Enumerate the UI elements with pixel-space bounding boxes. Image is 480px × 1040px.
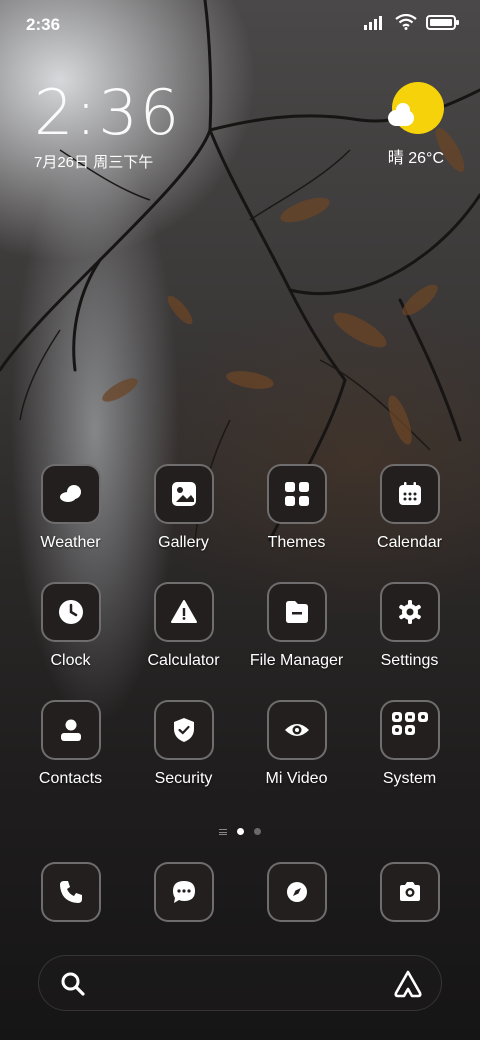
app-label: File Manager (249, 652, 344, 669)
app-label: Themes (267, 534, 326, 551)
app-label: Calculator (147, 652, 220, 669)
contacts-icon (60, 719, 81, 741)
status-bar: 2:36 (0, 0, 480, 52)
page-dot[interactable] (254, 828, 261, 835)
search-icon[interactable] (59, 970, 87, 998)
security-icon (173, 718, 194, 742)
gallery-icon (171, 482, 196, 506)
app-gallery[interactable]: Gallery (127, 464, 240, 552)
phone-icon (59, 881, 82, 903)
app-system-folder[interactable]: System (353, 700, 466, 788)
sun-cloud-icon (388, 82, 444, 134)
file-manager-icon (285, 601, 308, 623)
weather-widget[interactable]: 晴 26°C (388, 82, 444, 168)
app-mi-video[interactable]: Mi Video (240, 700, 353, 788)
calculator-icon (170, 600, 197, 623)
calendar-icon (398, 482, 421, 505)
browser-compass-icon (286, 882, 307, 902)
app-label: Mi Video (265, 770, 328, 787)
settings-icon (398, 600, 421, 624)
assistant-icon[interactable] (393, 969, 423, 999)
clock-widget-date: 7月26日 周三下午 (34, 154, 154, 171)
app-clock[interactable]: Clock (14, 582, 127, 670)
app-file-manager[interactable]: File Manager (240, 582, 353, 670)
app-label: Calendar (377, 534, 442, 551)
list-view-indicator[interactable] (219, 828, 227, 835)
battery-icon (426, 14, 459, 30)
app-label: Gallery (158, 534, 209, 551)
app-contacts[interactable]: Contacts (14, 700, 127, 788)
app-label: Weather (40, 534, 101, 551)
dock-phone[interactable] (14, 862, 127, 922)
wifi-icon (395, 14, 417, 30)
clock-widget-time: 2:36 (34, 76, 182, 149)
dock (14, 862, 466, 922)
weather-icon (59, 485, 81, 502)
dock-browser[interactable] (240, 862, 353, 922)
app-calculator[interactable]: Calculator (127, 582, 240, 670)
folder-icon (391, 712, 428, 735)
app-security[interactable]: Security (127, 700, 240, 788)
camera-icon (399, 882, 420, 901)
app-label: Security (154, 770, 213, 787)
app-settings[interactable]: Settings (353, 582, 466, 670)
signal-icon (364, 16, 382, 30)
status-time: 2:36 (26, 15, 61, 34)
page-indicator[interactable] (0, 828, 480, 835)
app-label: Settings (380, 652, 439, 669)
clock-icon (58, 600, 83, 624)
app-label: Clock (50, 652, 91, 669)
app-grid: Weather Gallery Themes Calendar Clock Ca… (14, 464, 466, 788)
app-label: Contacts (38, 770, 103, 787)
search-bar[interactable] (38, 955, 442, 1011)
app-themes[interactable]: Themes (240, 464, 353, 552)
app-calendar[interactable]: Calendar (353, 464, 466, 552)
weather-temp: 晴 26°C (387, 150, 444, 167)
app-weather[interactable]: Weather (14, 464, 127, 552)
app-label: System (382, 770, 437, 787)
clock-widget[interactable]: 2:36 7月26日 周三下午 (34, 76, 181, 172)
mi-video-icon (284, 724, 309, 736)
themes-icon (284, 482, 309, 506)
dock-camera[interactable] (353, 862, 466, 922)
dock-messages[interactable] (127, 862, 240, 922)
page-dot-active[interactable] (237, 828, 244, 835)
messages-icon (172, 881, 195, 903)
